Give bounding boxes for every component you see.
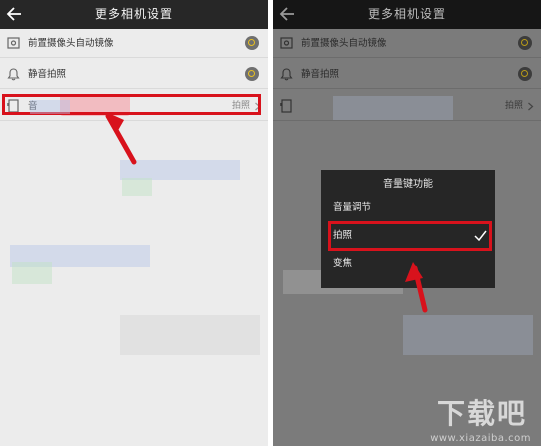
page-title: 更多相机设置	[94, 7, 173, 21]
silent-shot-toggle[interactable]	[245, 67, 259, 81]
setting-row-front-camera-mirror[interactable]: 前置摄像头自动镜像	[0, 29, 268, 58]
title-bar: 更多相机设置	[0, 0, 268, 29]
blurred-watermark	[120, 315, 260, 355]
camera-mirror-icon	[280, 37, 293, 49]
setting-label: 前置摄像头自动镜像	[301, 38, 387, 49]
watermark-logo-text: 下载吧	[436, 397, 527, 430]
red-annotation-arrow	[405, 262, 428, 313]
volume-key-current-value: 拍照	[504, 101, 523, 111]
bell-icon	[280, 68, 293, 81]
watermark-url: www.xiazaiba.com	[430, 433, 531, 444]
chevron-right-icon	[528, 102, 534, 111]
silent-shot-toggle[interactable]	[518, 67, 532, 81]
setting-row-front-camera-mirror[interactable]: 前置摄像头自动镜像	[273, 29, 541, 58]
setting-label: 静音拍照	[301, 69, 340, 80]
camera-mirror-icon	[7, 37, 20, 49]
setting-row-silent-shot[interactable]: 静音拍照	[273, 60, 541, 89]
watermark-logo: 下载吧	[415, 396, 535, 430]
dialog-title: 音量键功能	[383, 179, 433, 190]
red-annotation-arrow	[105, 112, 137, 165]
setting-label: 静音拍照	[28, 69, 67, 80]
front-mirror-toggle[interactable]	[245, 36, 259, 50]
option-label: 音量调节	[333, 202, 372, 213]
front-mirror-toggle[interactable]	[518, 36, 532, 50]
left-screenshot: 更多相机设置 前置摄像头自动镜像 静音拍照 音 拍照	[0, 0, 268, 446]
blurred-watermark	[30, 100, 70, 114]
annotation-highlight-box	[328, 221, 492, 251]
bell-icon	[7, 68, 20, 81]
page-title: 更多相机设置	[367, 7, 446, 21]
option-label: 变焦	[333, 258, 353, 269]
blurred-watermark	[333, 96, 453, 120]
right-screenshot: 更多相机设置 前置摄像头自动镜像 静音拍照 拍照 音量键功能 音量调节 拍照 变…	[273, 0, 541, 446]
setting-row-silent-shot[interactable]: 静音拍照	[0, 60, 268, 89]
phone-volume-icon	[280, 99, 292, 113]
blurred-watermark	[12, 262, 52, 284]
dialog-option-volume-adjust[interactable]: 音量调节	[321, 196, 495, 220]
setting-label: 前置摄像头自动镜像	[28, 38, 114, 49]
blurred-watermark	[403, 315, 533, 355]
blurred-watermark	[122, 178, 152, 196]
title-bar: 更多相机设置	[273, 0, 541, 29]
